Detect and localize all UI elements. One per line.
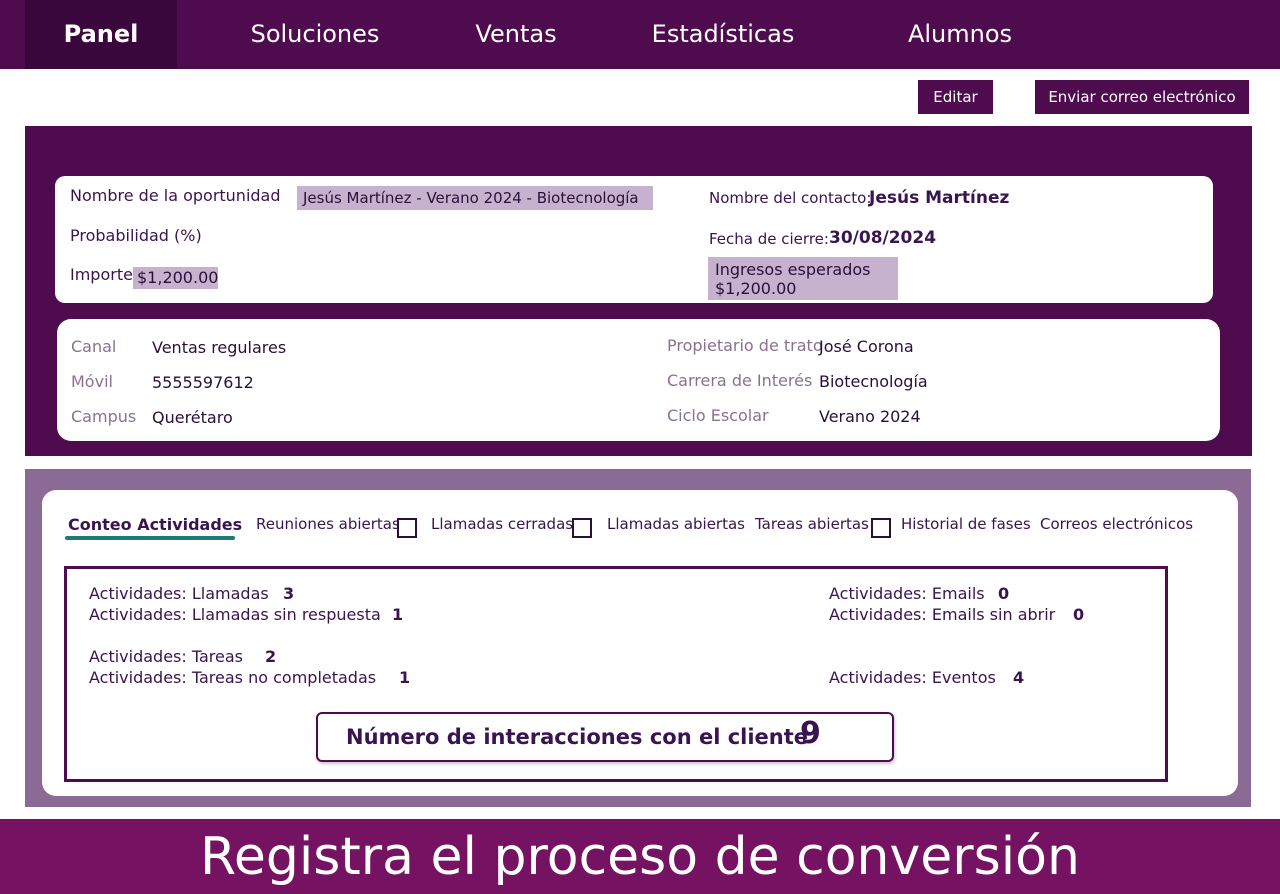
contact-name-label: Nombre del contacto: <box>709 189 872 207</box>
campus-label: Campus <box>71 407 137 426</box>
interactions-total-value: 9 <box>800 716 821 751</box>
interactions-total-label: Número de interacciones con el cliente <box>346 725 809 749</box>
emails-stat-label: Actividades: Emails <box>829 584 985 603</box>
nav-item-ventas[interactable]: Ventas <box>456 0 576 69</box>
events-stat-label: Actividades: Eventos <box>829 668 996 687</box>
expected-revenue-box: Ingresos esperados $1,200.00 <box>708 257 898 300</box>
deal-owner-value: José Corona <box>819 337 914 356</box>
active-tab-underline <box>65 536 235 540</box>
career-value: Biotecnología <box>819 372 928 391</box>
unanswered-calls-stat-label: Actividades: Llamadas sin respuesta <box>89 605 381 624</box>
open-meetings-checkbox[interactable] <box>397 518 417 538</box>
unopened-emails-stat-value: 0 <box>1073 605 1085 624</box>
channel-label: Canal <box>71 337 117 356</box>
edit-button[interactable]: Editar <box>918 80 993 114</box>
calls-stat-label: Actividades: Llamadas <box>89 584 269 603</box>
amount-label: Importe <box>70 265 133 284</box>
channel-value: Ventas regulares <box>152 338 287 357</box>
opportunity-name-label: Nombre de la oportunidad <box>70 186 281 205</box>
tab-closed-calls[interactable]: Llamadas cerradas <box>431 515 573 533</box>
banner-headline: Registra el proceso de conversión <box>200 827 1080 887</box>
nav-item-alumnos[interactable]: Alumnos <box>890 0 1030 69</box>
unopened-emails-stat-label: Actividades: Emails sin abrir <box>829 605 1056 624</box>
nav-item-panel[interactable]: Panel <box>25 0 177 69</box>
tab-open-tasks[interactable]: Tareas abiertas <box>755 515 869 533</box>
tab-open-meetings[interactable]: Reuniones abiertas <box>256 515 400 533</box>
close-date-label: Fecha de cierre: <box>709 230 829 248</box>
close-date-value: 30/08/2024 <box>829 228 937 248</box>
deal-owner-label: Propietario de trato <box>667 336 823 355</box>
mobile-value: 5555597612 <box>152 373 254 392</box>
emails-stat-value: 0 <box>998 584 1010 603</box>
tab-activity-count[interactable]: Conteo Actividades <box>68 515 242 534</box>
tab-open-calls[interactable]: Llamadas abiertas <box>607 515 745 533</box>
contact-name-value: Jesús Martínez <box>869 188 1010 208</box>
probability-label: Probabilidad (%) <box>70 226 202 245</box>
send-email-button[interactable]: Enviar correo electrónico <box>1035 80 1249 114</box>
tab-stage-history[interactable]: Historial de fases <box>901 515 1031 533</box>
calls-stat-value: 3 <box>283 584 295 603</box>
school-cycle-label: Ciclo Escolar <box>667 406 769 425</box>
top-nav: Panel Soluciones Ventas Estadísticas Alu… <box>0 0 1280 69</box>
career-label: Carrera de Interés <box>667 371 813 390</box>
open-tasks-checkbox[interactable] <box>871 518 891 538</box>
opportunity-name-value[interactable]: Jesús Martínez - Verano 2024 - Biotecnol… <box>297 186 653 210</box>
school-cycle-value: Verano 2024 <box>819 407 921 426</box>
nav-item-estadisticas[interactable]: Estadísticas <box>640 0 806 69</box>
tasks-stat-label: Actividades: Tareas <box>89 647 244 666</box>
tab-emails[interactable]: Correos electrónicos <box>1040 515 1193 533</box>
closed-calls-checkbox[interactable] <box>572 518 592 538</box>
incomplete-tasks-stat-label: Actividades: Tareas no completadas <box>89 668 377 687</box>
expected-revenue-label: Ingresos esperados <box>715 260 871 279</box>
amount-value[interactable]: $1,200.00 <box>133 267 218 289</box>
tasks-stat-value: 2 <box>265 647 277 666</box>
events-stat-value: 4 <box>1013 668 1025 687</box>
mobile-label: Móvil <box>71 372 113 391</box>
campus-value: Querétaro <box>152 408 233 427</box>
unanswered-calls-stat-value: 1 <box>392 605 404 624</box>
nav-item-soluciones[interactable]: Soluciones <box>235 0 395 69</box>
incomplete-tasks-stat-value: 1 <box>399 668 411 687</box>
expected-revenue-value: $1,200.00 <box>715 279 797 298</box>
